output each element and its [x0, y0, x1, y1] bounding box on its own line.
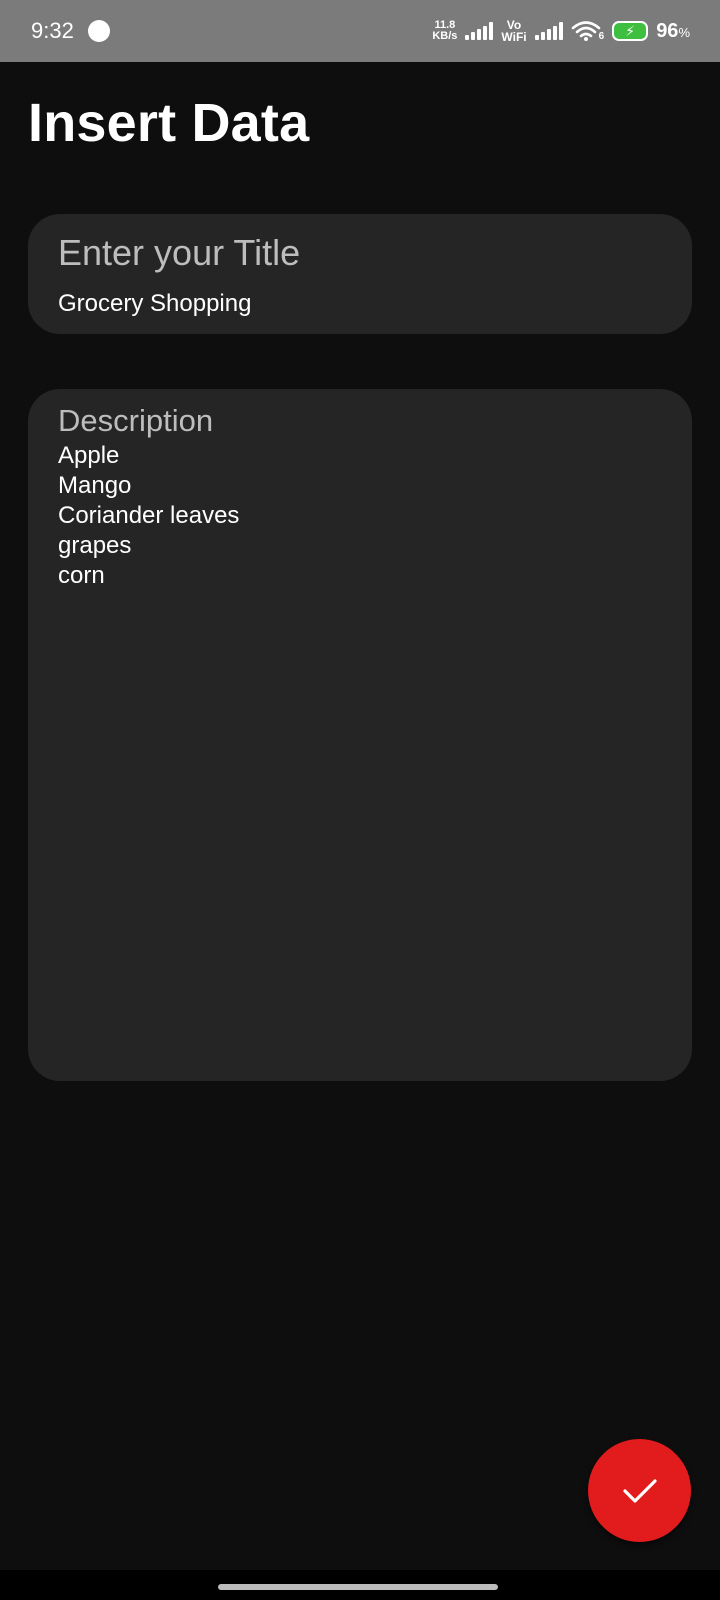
status-time: 9:32: [31, 18, 74, 43]
vowifi-bottom: WiFi: [501, 30, 527, 44]
description-line: Apple: [58, 442, 120, 469]
description-line: grapes: [58, 532, 132, 559]
page-title: Insert Data: [28, 93, 310, 153]
description-text[interactable]: Apple Mango Coriander leaves grapes corn: [58, 441, 662, 591]
check-icon: [622, 1477, 658, 1505]
signal-strength-2-icon: [534, 22, 563, 40]
notification-dot-icon: [87, 20, 110, 42]
network-speed: 11.8 KB/s: [432, 20, 457, 42]
battery-percent-group: 96%: [656, 20, 690, 43]
battery-percent-sign: %: [678, 24, 690, 40]
description-input[interactable]: Description Apple Mango Coriander leaves…: [28, 389, 692, 1081]
battery-icon: ⚡: [612, 21, 649, 41]
battery-percent: 96: [656, 19, 679, 42]
description-line: Mango: [58, 472, 132, 499]
gesture-handle[interactable]: [218, 1584, 498, 1590]
network-speed-unit: KB/s: [432, 30, 458, 42]
wifi-badge: 6: [598, 31, 605, 42]
status-left: 9:32: [31, 18, 110, 44]
signal-strength-icon: [465, 22, 494, 40]
vowifi-indicator: Vo WiFi: [501, 19, 526, 43]
title-input[interactable]: Enter your Title Grocery Shopping: [28, 214, 692, 334]
description-line: corn: [58, 562, 105, 589]
status-bar: 9:32 11.8 KB/s Vo WiFi 6 ⚡ 96%: [0, 0, 720, 62]
wifi-icon: 6: [571, 20, 605, 42]
title-input-label: Enter your Title: [58, 232, 301, 273]
description-input-label: Description: [58, 403, 214, 438]
save-fab-button[interactable]: [588, 1439, 691, 1542]
status-right: 11.8 KB/s Vo WiFi 6 ⚡ 96%: [432, 19, 690, 43]
title-input-value[interactable]: Grocery Shopping: [58, 290, 662, 318]
charging-bolt-icon: ⚡: [625, 23, 636, 39]
description-line: Coriander leaves: [58, 502, 240, 529]
